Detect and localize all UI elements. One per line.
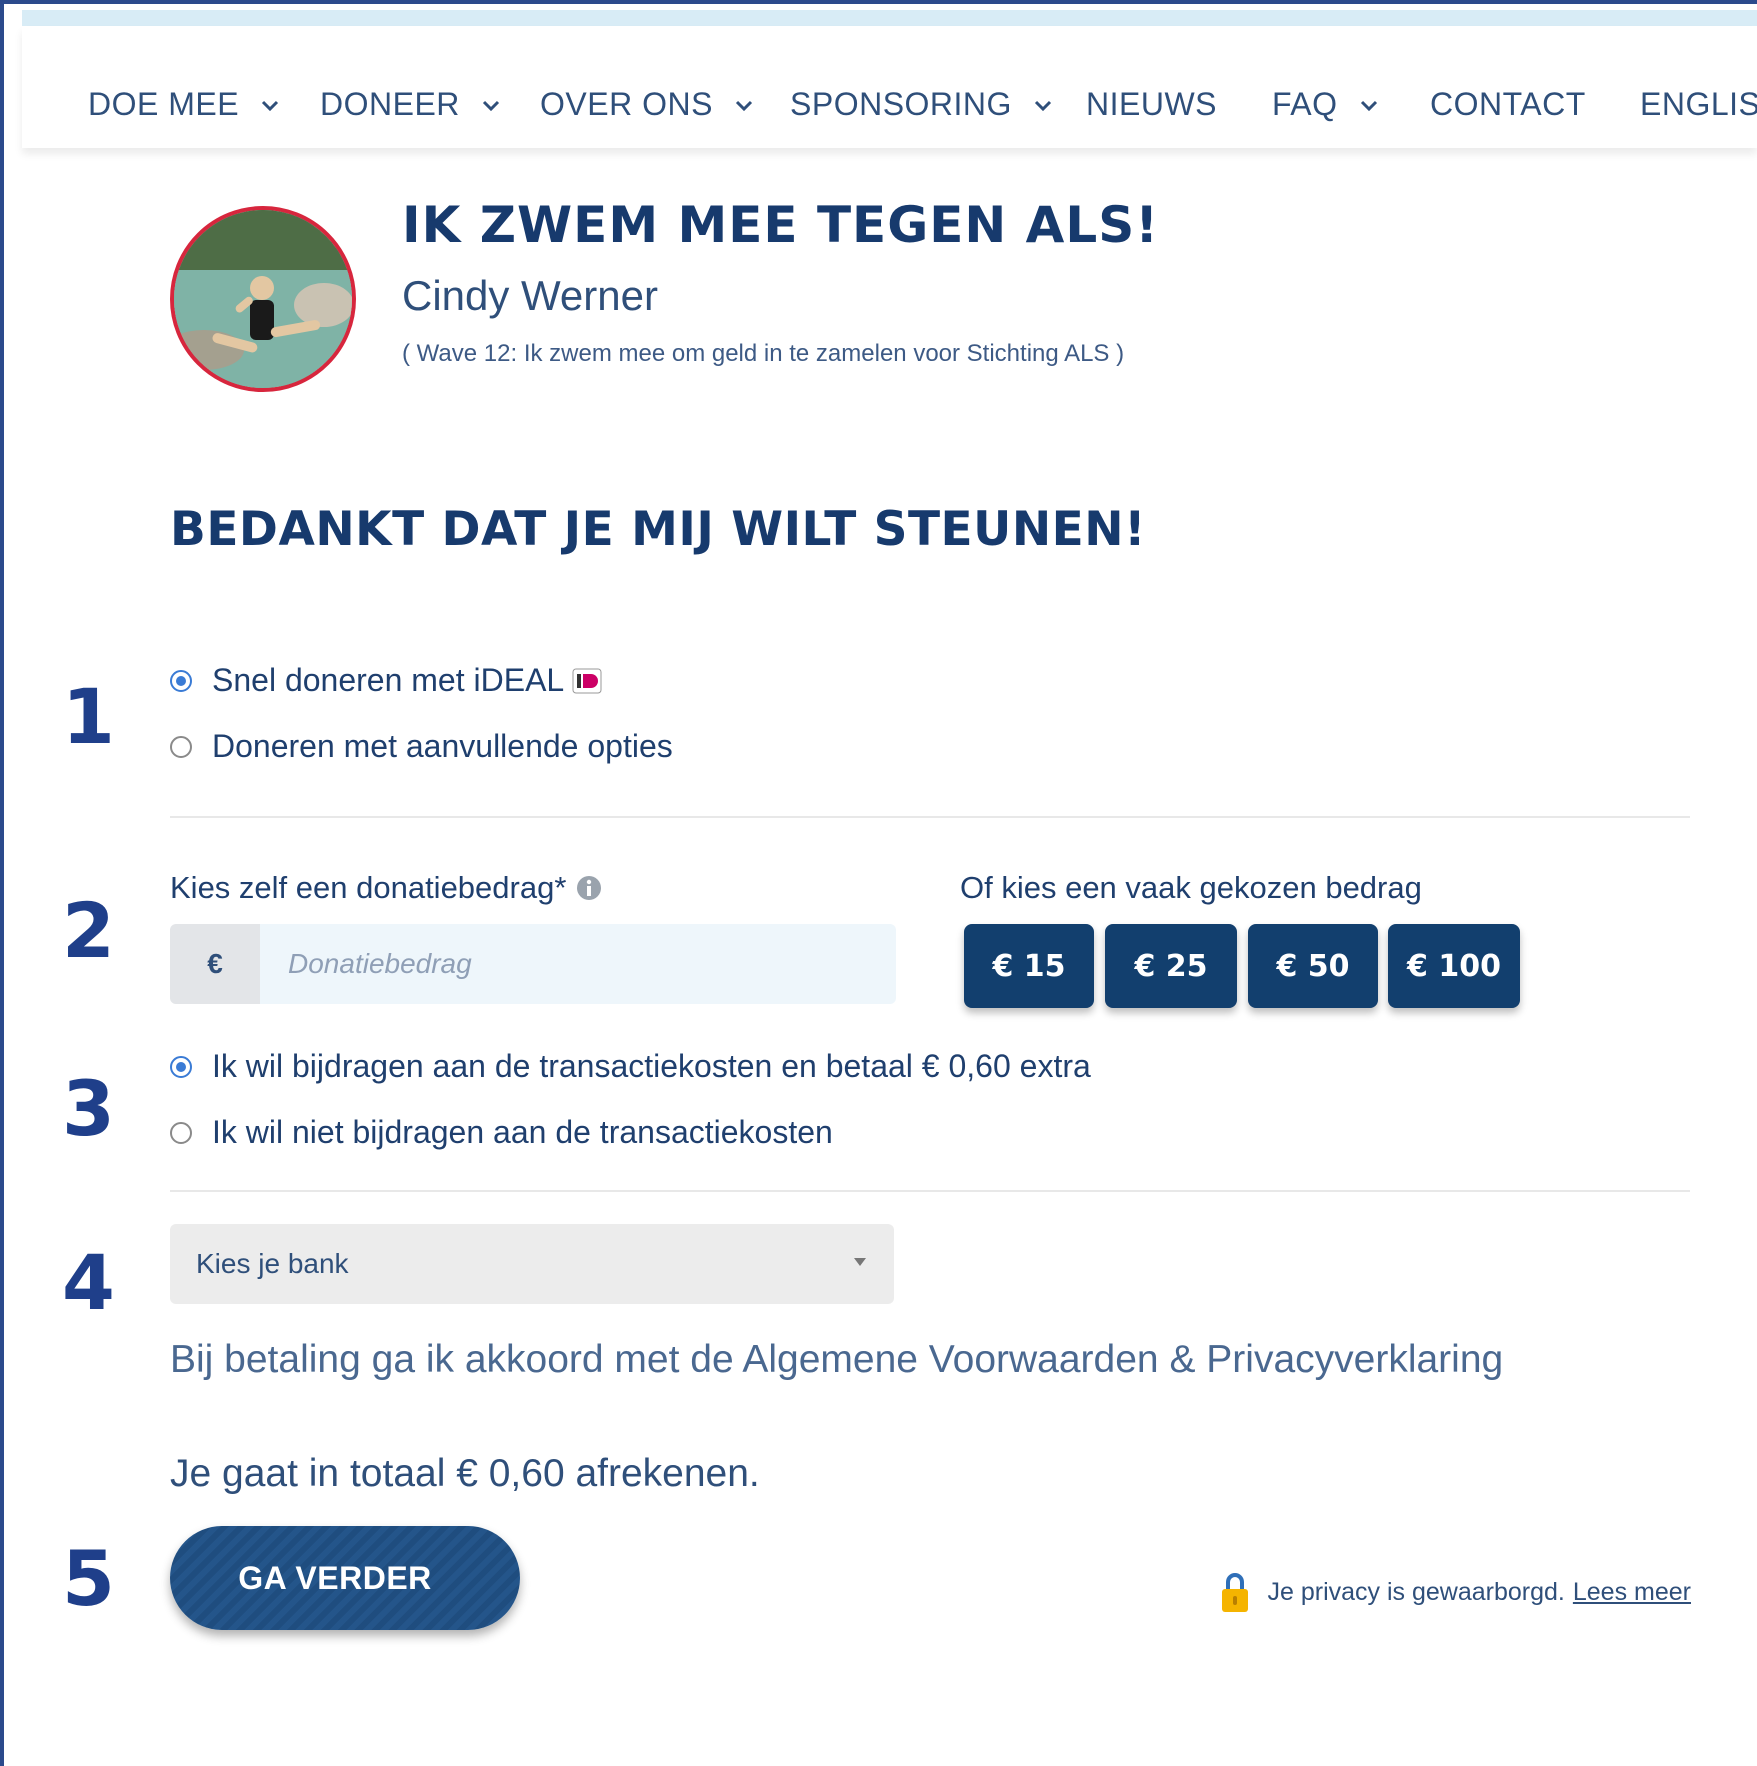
avatar [170,206,356,392]
radio-label: Ik wil niet bijdragen aan de transactiek… [212,1114,833,1150]
radio-ideal[interactable] [170,669,192,692]
fee-option-no-contribute[interactable]: Ik wil niet bijdragen aan de transactiek… [170,1114,833,1151]
nav-item-sponsoring[interactable]: SPONSORING [790,86,1054,123]
chevron-down-icon [262,100,279,111]
nav-item-over-ons[interactable]: OVER ONS [540,86,755,123]
nav-label: ENGLISH [1640,86,1757,122]
participant-name: Cindy Werner [402,272,658,319]
avatar-photo [174,210,352,388]
ideal-icon [572,668,602,693]
divider [170,816,1690,818]
chevron-down-icon [1034,100,1051,111]
currency-addon: € [170,924,260,1004]
radio-fee-no-contribute[interactable] [170,1121,192,1144]
step-number: 3 [62,1064,115,1153]
nav-label: DOE MEE [88,86,240,122]
chevron-down-icon [1360,100,1377,111]
page-title: IK ZWEM MEE TEGEN ALS! [402,196,1160,254]
nav-item-doe-mee[interactable]: DOE MEE [88,86,281,123]
continue-button[interactable]: GA VERDER [170,1526,520,1630]
nav-label: SPONSORING [790,86,1012,122]
nav-item-contact[interactable]: CONTACT [1430,86,1586,123]
radio-fee-contribute[interactable] [170,1055,192,1078]
amount-label-row: Kies zelf een donatiebedrag* [170,870,602,906]
radio-label: Doneren met aanvullende opties [212,728,673,764]
total-text: Je gaat in totaal € 0,60 afrekenen. [170,1452,760,1495]
step-number: 5 [62,1534,115,1623]
step-number: 1 [62,672,115,761]
form-heading: BEDANKT DAT JE MIJ WILT STEUNEN! [170,502,1147,557]
main-navigation: DOE MEE DONEER OVER ONS SPONSORING NIEUW… [22,26,1757,148]
nav-item-english[interactable]: ENGLISH [1640,86,1757,123]
donation-option-extra[interactable]: Doneren met aanvullende opties [170,728,673,765]
presets-label: Of kies een vaak gekozen bedrag [960,870,1422,905]
chevron-down-icon [735,100,752,111]
privacy-text: Je privacy is gewaarborgd. [1267,1577,1565,1606]
chevron-down-icon [482,100,499,111]
step-number: 2 [62,886,115,975]
nav-label: OVER ONS [540,86,713,122]
amount-field: € [170,924,896,1004]
preset-25-button[interactable]: € 25 [1105,924,1237,1008]
divider [170,1190,1690,1192]
privacy-note: Je privacy is gewaarborgd. Lees meer [1220,1570,1691,1614]
participant-subtitle: ( Wave 12: Ik zwem mee om geld in te zam… [402,340,1125,367]
nav-item-faq[interactable]: FAQ [1272,86,1380,123]
top-strip [22,10,1757,26]
lock-icon [1221,1573,1248,1612]
nav-label: DONEER [320,86,460,122]
nav-label: CONTACT [1430,86,1586,122]
nav-label: NIEUWS [1086,86,1217,122]
bank-select[interactable]: Kies je bank [170,1224,894,1304]
amount-label: Kies zelf een donatiebedrag* [170,870,567,905]
amount-input[interactable] [260,924,896,1004]
nav-item-doneer[interactable]: DONEER [320,86,502,123]
caret-down-icon [854,1258,866,1266]
radio-label: Ik wil bijdragen aan de transactiekosten… [212,1048,1091,1084]
nav-item-nieuws[interactable]: NIEUWS [1086,86,1217,123]
fee-option-contribute[interactable]: Ik wil bijdragen aan de transactiekosten… [170,1048,1091,1085]
bank-select-value: Kies je bank [196,1248,349,1279]
terms-text: Bij betaling ga ik akkoord met de Algeme… [170,1338,1504,1381]
radio-label: Snel doneren met iDEAL [212,662,565,698]
read-more-link[interactable]: Lees meer [1573,1578,1691,1607]
preset-50-button[interactable]: € 50 [1248,924,1378,1008]
preset-15-button[interactable]: € 15 [964,924,1094,1008]
preset-100-button[interactable]: € 100 [1388,924,1520,1008]
nav-label: FAQ [1272,86,1338,122]
donation-option-ideal[interactable]: Snel doneren met iDEAL [170,662,602,699]
step-number: 4 [62,1238,115,1327]
info-icon[interactable] [576,875,602,901]
radio-extra-options[interactable] [170,735,192,758]
